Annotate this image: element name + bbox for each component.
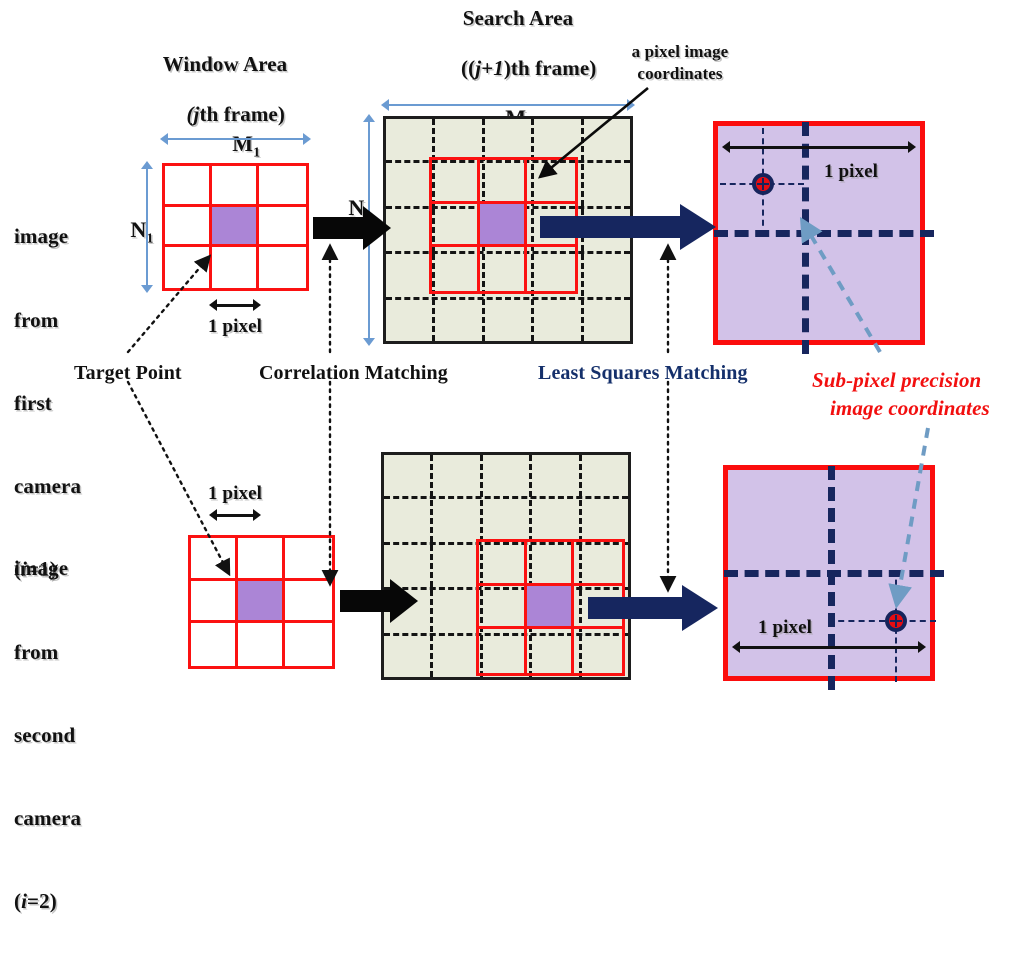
window-cell bbox=[165, 166, 212, 207]
overlay-cell bbox=[527, 160, 575, 204]
second-camera-l5: (i=2) bbox=[14, 889, 57, 914]
overlay-cell bbox=[527, 247, 575, 291]
overlay-cell bbox=[432, 160, 480, 204]
second-camera-l1: image bbox=[14, 556, 69, 581]
measure-one-pixel-subpixel-bottom bbox=[732, 640, 926, 654]
caption-least-squares-matching: Least Squares Matching bbox=[538, 362, 748, 384]
window-area-grid-bottom bbox=[188, 535, 335, 669]
arrow-least-squares-bottom bbox=[588, 585, 718, 631]
overlay-cell bbox=[479, 585, 527, 630]
pixel-coordinates-note-line1: a pixel image bbox=[631, 42, 729, 61]
window-cell bbox=[238, 538, 285, 581]
arrow-correlation-top bbox=[313, 206, 391, 250]
overlay-cell bbox=[526, 542, 575, 586]
subpixel-panel-bottom: 1 pixel bbox=[723, 465, 944, 690]
overlay-cell bbox=[574, 542, 622, 586]
window-cell bbox=[285, 581, 332, 624]
window-cell bbox=[191, 623, 238, 666]
measure-one-pixel-subpixel-top bbox=[722, 140, 916, 154]
window-cell bbox=[238, 623, 285, 666]
window-cell bbox=[212, 166, 259, 207]
one-pixel-label-subpixel-top: 1 pixel bbox=[824, 161, 879, 182]
caption-target-point: Target Point bbox=[74, 362, 182, 384]
one-pixel-label-bottom-window: 1 pixel bbox=[207, 483, 262, 504]
second-camera-l4: camera bbox=[14, 805, 82, 830]
second-camera-l3: second bbox=[14, 722, 76, 747]
first-camera-l2: from bbox=[14, 307, 59, 332]
subpixel-crosshair-horizontal-bottom bbox=[828, 620, 936, 622]
measure-n1 bbox=[140, 161, 154, 293]
window-cell-selected bbox=[238, 580, 285, 624]
subpixel-axis-horizontal-bottom bbox=[724, 570, 944, 577]
diagram-canvas: Window Area (jth frame) Search Area ((j+… bbox=[0, 0, 1024, 913]
caption-correlation-matching: Correlation Matching bbox=[259, 362, 448, 384]
window-cell bbox=[285, 623, 332, 666]
window-area-grid-top bbox=[162, 163, 309, 291]
window-cell bbox=[259, 247, 306, 288]
first-camera-l3: first bbox=[14, 390, 52, 415]
window-cell bbox=[165, 206, 212, 248]
window-area-title-line1: Window Area bbox=[162, 52, 288, 76]
second-camera-l2: from bbox=[14, 639, 59, 664]
overlay-cell-selected bbox=[479, 203, 528, 248]
search-frame-suffix: )th frame) bbox=[503, 55, 597, 80]
overlay-cell bbox=[479, 629, 527, 673]
overlay-cell-selected bbox=[526, 585, 575, 630]
overlay-cell bbox=[480, 247, 528, 291]
caption-subpixel-line2: image coordinates bbox=[830, 396, 990, 420]
search-area-title-line1: Search Area bbox=[462, 6, 574, 30]
search-frame-index: j+1 bbox=[475, 55, 504, 80]
window-cell bbox=[259, 166, 306, 207]
overlay-cell bbox=[479, 160, 528, 204]
one-pixel-label-subpixel-bottom: 1 pixel bbox=[758, 617, 813, 638]
arrow-least-squares-top bbox=[540, 204, 716, 250]
window-cell bbox=[285, 538, 332, 581]
window-cell bbox=[259, 207, 306, 248]
subpixel-target-dot-top bbox=[752, 173, 774, 195]
overlay-cell bbox=[432, 203, 480, 248]
window-cell bbox=[165, 247, 212, 288]
window-cell bbox=[212, 247, 259, 288]
row-label-second-camera: image from second camera (i=2) bbox=[14, 500, 81, 971]
overlay-cell bbox=[527, 629, 575, 673]
subpixel-axis-vertical-top bbox=[802, 122, 809, 354]
search-frame-prefix: (( bbox=[461, 55, 476, 80]
arrow-correlation-bottom bbox=[340, 579, 418, 623]
pixel-coordinates-note-line2: coordinates bbox=[637, 64, 723, 83]
measure-m2 bbox=[381, 98, 635, 112]
overlay-cell bbox=[432, 247, 480, 291]
window-cell bbox=[191, 538, 238, 581]
measure-one-pixel-top-window bbox=[209, 298, 261, 312]
measure-m1 bbox=[160, 132, 311, 146]
subpixel-target-dot-bottom bbox=[885, 610, 907, 632]
overlay-cell bbox=[479, 542, 527, 586]
window-cell-selected bbox=[212, 206, 259, 248]
overlay-cell bbox=[574, 629, 622, 673]
window-cell bbox=[191, 580, 238, 624]
subpixel-axis-vertical-bottom bbox=[828, 466, 835, 690]
caption-subpixel-line1: Sub-pixel precision bbox=[812, 368, 982, 392]
subpixel-axis-horizontal-top bbox=[714, 230, 934, 237]
first-camera-l4: camera bbox=[14, 473, 82, 498]
first-camera-l1: image bbox=[14, 224, 69, 249]
one-pixel-label-top-window: 1 pixel bbox=[207, 316, 262, 337]
subpixel-panel-top: 1 pixel bbox=[713, 121, 934, 354]
measure-one-pixel-bottom-window bbox=[209, 508, 261, 522]
